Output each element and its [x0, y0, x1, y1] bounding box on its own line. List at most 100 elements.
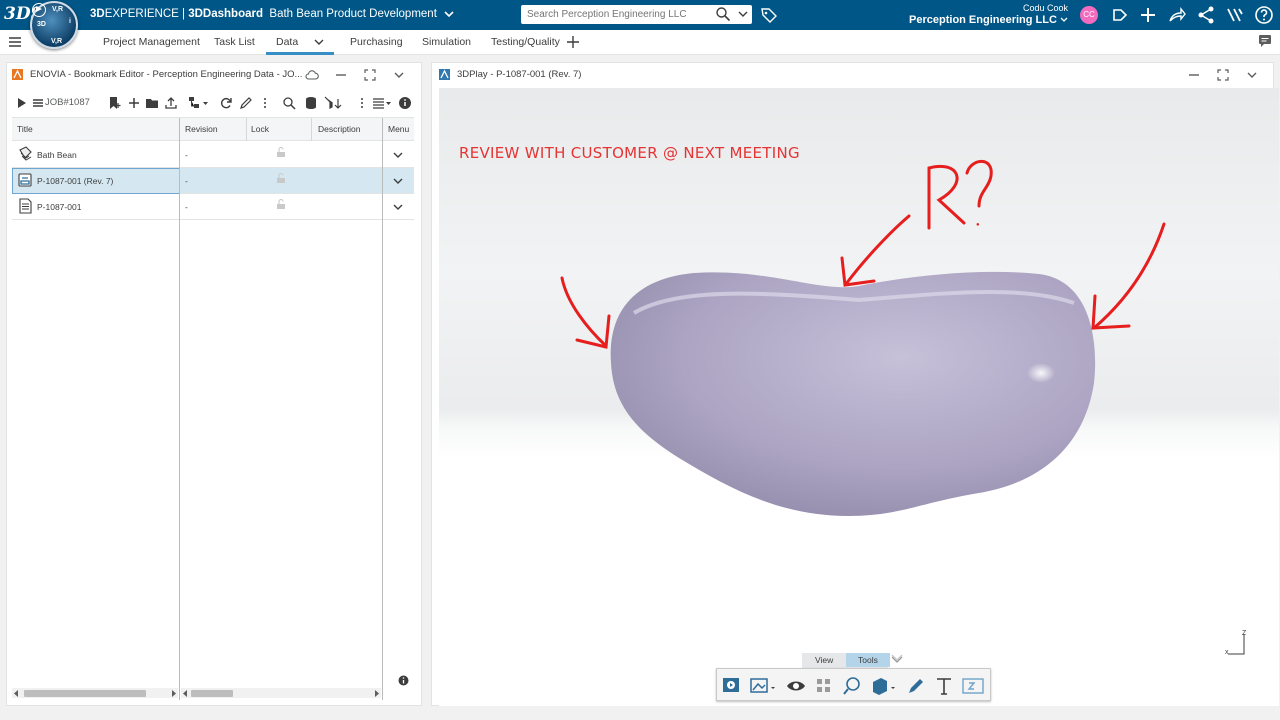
tab-testing-quality[interactable]: Testing/Quality [491, 36, 560, 48]
tab-data[interactable]: Data [276, 36, 298, 48]
column-divider[interactable] [311, 118, 312, 141]
model-canvas[interactable]: ● [439, 88, 1279, 568]
unlock-icon[interactable] [276, 172, 286, 184]
add-bookmark-icon[interactable] [108, 96, 122, 110]
visibility-icon[interactable] [785, 675, 807, 697]
table-row[interactable]: Bath Bean - [12, 142, 414, 168]
chevron-down-icon[interactable] [392, 175, 404, 187]
minimize-icon[interactable] [334, 68, 348, 82]
column-header-description[interactable]: Description [318, 124, 361, 134]
text-icon[interactable] [933, 675, 955, 697]
3dplay-app-icon [439, 69, 450, 80]
apps-icon[interactable] [1225, 5, 1245, 25]
unlock-icon[interactable] [276, 146, 286, 158]
unlock-icon[interactable] [276, 198, 286, 210]
help-icon[interactable] [1254, 5, 1274, 25]
maximize-icon[interactable] [1216, 68, 1230, 82]
tab-task-list[interactable]: Task List [214, 36, 255, 48]
share-tag-icon[interactable] [1110, 5, 1130, 25]
more-icon[interactable] [355, 96, 369, 110]
chevron-down-icon[interactable] [737, 7, 749, 21]
column-divider[interactable] [246, 118, 247, 141]
edit-icon[interactable] [239, 96, 253, 110]
collapse-toolbar-icon[interactable] [890, 654, 904, 666]
expand-icon[interactable] [15, 96, 29, 110]
chevron-down-icon[interactable] [444, 10, 454, 18]
scrollbar-thumb[interactable] [191, 690, 233, 697]
markup-dot: ● [976, 222, 980, 228]
tab-view[interactable]: View [815, 655, 833, 665]
table-row[interactable]: P-1087-001 (Rev. 7) - [12, 168, 414, 194]
scrollbar-thumb[interactable] [24, 690, 146, 697]
measure-icon[interactable] [841, 675, 863, 697]
upload-icon[interactable] [164, 96, 178, 110]
info-icon[interactable] [398, 675, 409, 686]
column-header-title[interactable]: Title [17, 124, 33, 134]
refresh-icon[interactable] [219, 96, 233, 110]
filter-sort-icon[interactable] [324, 96, 346, 110]
share-icon[interactable] [1167, 5, 1187, 25]
chevron-down-icon[interactable] [392, 201, 404, 213]
chat-icon[interactable] [1258, 34, 1272, 48]
horizontal-scrollbar[interactable] [181, 688, 381, 698]
add-tab-icon[interactable] [566, 34, 580, 50]
info-icon[interactable] [398, 96, 412, 110]
more-icon[interactable] [258, 96, 272, 110]
app-brand[interactable]: 3DEXPERIENCE | 3DDashboard Bath Bean Pro… [90, 8, 454, 20]
search-icon[interactable] [715, 6, 731, 22]
tab-project-management[interactable]: Project Management [103, 36, 200, 48]
list-icon[interactable] [31, 96, 45, 110]
tab-tools[interactable]: Tools [846, 653, 890, 667]
network-icon[interactable] [1196, 5, 1216, 25]
search-icon[interactable] [282, 96, 296, 110]
axis-label-z: Z [1242, 630, 1247, 637]
row-title[interactable]: Bath Bean [37, 150, 77, 160]
scroll-right-icon[interactable] [171, 690, 177, 697]
annotation-icon[interactable] [961, 675, 985, 697]
compass-button[interactable]: V,R 3D i V,R [30, 1, 78, 49]
database-icon[interactable] [305, 96, 319, 110]
cloud-icon[interactable] [305, 68, 319, 82]
user-info[interactable]: Codu Cook Perception Engineering LLC [909, 3, 1068, 26]
tag-icon[interactable] [760, 6, 778, 24]
bath-bean-model[interactable] [610, 271, 1096, 516]
chevron-down-icon[interactable] [313, 38, 325, 47]
scroll-left-icon[interactable] [182, 690, 188, 697]
search-input[interactable] [527, 7, 707, 22]
3d-viewer-canvas[interactable]: REVIEW WITH CUSTOMER @ NEXT MEETING ● [439, 88, 1279, 706]
table-header: Title Revision Lock Description Menu [12, 117, 414, 141]
search-box[interactable] [521, 5, 752, 24]
tab-purchasing[interactable]: Purchasing [350, 36, 403, 48]
folder-icon[interactable] [145, 96, 159, 110]
add-icon[interactable] [127, 96, 141, 110]
section-icon[interactable] [869, 675, 897, 697]
panel-title: 3DPlay - P-1087-001 (Rev. 7) [457, 69, 582, 80]
minimize-icon[interactable] [1187, 68, 1201, 82]
explode-icon[interactable] [813, 675, 835, 697]
viewer-section-tabs: View Tools [802, 653, 890, 668]
menu-icon[interactable] [9, 36, 21, 48]
horizontal-scrollbar[interactable] [12, 688, 178, 698]
row-title[interactable]: P-1087-001 [37, 202, 81, 212]
column-header-lock[interactable]: Lock [251, 124, 269, 134]
scroll-left-icon[interactable] [13, 690, 19, 697]
column-header-revision[interactable]: Revision [185, 124, 218, 134]
tab-simulation[interactable]: Simulation [422, 36, 471, 48]
avatar[interactable]: CC [1080, 6, 1098, 24]
row-title[interactable]: P-1087-001 (Rev. 7) [37, 176, 113, 186]
play-icon [32, 3, 46, 17]
pen-icon[interactable] [905, 675, 927, 697]
chevron-down-icon[interactable] [392, 68, 406, 82]
chevron-down-icon[interactable] [1245, 68, 1259, 82]
play-animation-icon[interactable] [721, 675, 743, 697]
chevron-down-icon[interactable] [392, 149, 404, 161]
view-mode-icon[interactable] [372, 96, 394, 110]
column-header-menu[interactable]: Menu [388, 124, 409, 134]
chevron-down-icon [1060, 17, 1068, 22]
table-row[interactable]: P-1087-001 - [12, 194, 414, 220]
maximize-icon[interactable] [363, 68, 377, 82]
capture-image-icon[interactable] [749, 675, 777, 697]
add-icon[interactable] [1138, 5, 1158, 25]
structure-icon[interactable] [188, 96, 210, 110]
scroll-right-icon[interactable] [374, 690, 380, 697]
